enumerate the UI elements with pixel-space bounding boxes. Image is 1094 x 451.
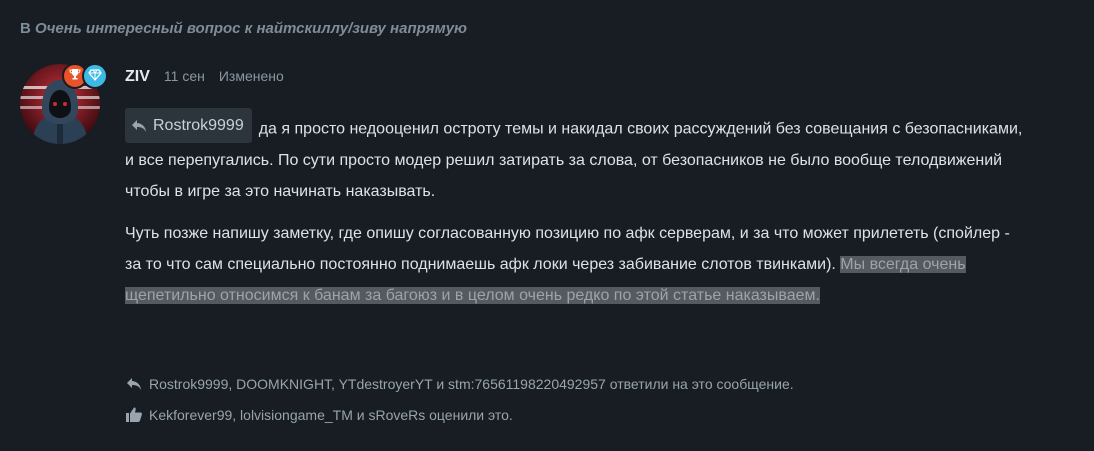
likes-line: Kekforever99, lolvisiongame_TM и sRoveRs… bbox=[125, 406, 513, 423]
post-date[interactable]: 11 сен bbox=[164, 68, 205, 84]
replies-line: Rostrok9999, DOOMKNIGHT, YTdestroyerYT и… bbox=[125, 376, 794, 392]
thread-prefix: В bbox=[20, 20, 31, 37]
quote-chip[interactable]: Rostrok9999 bbox=[125, 108, 252, 143]
thread-title[interactable]: В Очень интересный вопрос к найтскиллу/з… bbox=[20, 20, 467, 37]
trophy-icon bbox=[68, 67, 82, 86]
edited-label: Изменено bbox=[218, 68, 284, 84]
diamond-badge[interactable] bbox=[82, 63, 108, 89]
replies-text[interactable]: Rostrok9999, DOOMKNIGHT, YTdestroyerYT и… bbox=[149, 376, 794, 392]
paragraph-2: Чуть позже напишу заметку, где опишу сог… bbox=[125, 218, 1025, 311]
post-body: Rostrok9999 да я просто недооценил острот… bbox=[125, 108, 1025, 322]
post-header: ZIV 11 сен Изменено bbox=[125, 68, 284, 86]
quote-user: Rostrok9999 bbox=[153, 117, 244, 134]
thread-title-text[interactable]: Очень интересный вопрос к найтскиллу/зив… bbox=[35, 20, 467, 37]
reply-arrow-icon bbox=[127, 378, 141, 390]
diamond-icon bbox=[88, 67, 102, 86]
paragraph-1-text: да я просто недооценил остроту темы и на… bbox=[125, 120, 1023, 200]
reply-arrow-icon bbox=[132, 119, 146, 132]
thumbs-up-icon bbox=[126, 407, 142, 422]
author-name[interactable]: ZIV bbox=[125, 68, 150, 86]
paragraph-1: Rostrok9999 да я просто недооценил острот… bbox=[125, 108, 1025, 207]
likes-text[interactable]: Kekforever99, lolvisiongame_TM и sRoveRs… bbox=[149, 407, 513, 423]
